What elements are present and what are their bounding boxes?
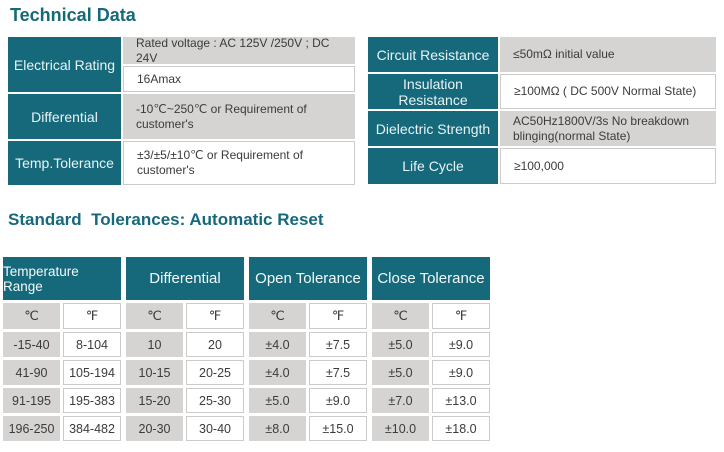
tolerance-cell: ±9.0 bbox=[432, 332, 490, 357]
tolerance-cell: 8-104 bbox=[63, 332, 121, 357]
differential-value: -10℃~250℃ or Requirement of customer's bbox=[123, 94, 355, 139]
tolerance-cell: 20-30 bbox=[126, 416, 183, 441]
tolerance-cell: ±10.0 bbox=[372, 416, 429, 441]
tolerance-cell: ±18.0 bbox=[432, 416, 490, 441]
celsius-unit-header: ℃ bbox=[3, 303, 60, 329]
tolerance-cell: 196-250 bbox=[3, 416, 60, 441]
fahrenheit-unit-header: ℉ bbox=[432, 303, 490, 329]
tolerance-cell: ±13.0 bbox=[432, 388, 490, 413]
tolerance-cell: ±5.0 bbox=[249, 388, 306, 413]
differential-group: Differential ℃ ℉ 10 20 10-15 20-25 15-20… bbox=[126, 257, 244, 441]
tolerance-cell: 10 bbox=[126, 332, 183, 357]
technical-data-heading: Technical Data bbox=[0, 0, 724, 26]
tolerance-cell: ±8.0 bbox=[249, 416, 306, 441]
resistance-spec-table: Circuit Resistance ≤50mΩ initial value I… bbox=[368, 37, 716, 185]
temp-tolerance-label: Temp.Tolerance bbox=[8, 141, 121, 185]
life-cycle-label: Life Cycle bbox=[368, 148, 498, 184]
open-tolerance-group: Open Tolerance ℃ ℉ ±4.0 ±7.5 ±4.0 ±7.5 ±… bbox=[249, 257, 367, 441]
tolerance-cell: ±5.0 bbox=[372, 360, 429, 385]
temp-tolerance-value: ±3/±5/±10℃ or Requirement of customer's bbox=[123, 141, 355, 185]
dielectric-strength-value: AC50Hz1800V/3s No breakdown blinging(nor… bbox=[500, 111, 716, 146]
tolerance-cell: ±5.0 bbox=[372, 332, 429, 357]
celsius-unit-header: ℃ bbox=[372, 303, 429, 329]
tolerance-cell: ±4.0 bbox=[249, 360, 306, 385]
tolerance-cell: -15-40 bbox=[3, 332, 60, 357]
temperature-range-header: Temperature Range bbox=[3, 257, 121, 300]
insulation-resistance-value: ≥100MΩ ( DC 500V Normal State) bbox=[500, 74, 716, 109]
fahrenheit-unit-header: ℉ bbox=[309, 303, 367, 329]
life-cycle-value: ≥100,000 bbox=[500, 148, 716, 184]
fahrenheit-unit-header: ℉ bbox=[63, 303, 121, 329]
dielectric-strength-label: Dielectric Strength bbox=[368, 111, 498, 146]
tolerance-cell: 25-30 bbox=[186, 388, 244, 413]
tolerance-cell: ±4.0 bbox=[249, 332, 306, 357]
close-tolerance-group: Close Tolerance ℃ ℉ ±5.0 ±9.0 ±5.0 ±9.0 … bbox=[372, 257, 490, 441]
tolerance-cell: 195-383 bbox=[63, 388, 121, 413]
technical-data-tables: Electrical Rating Rated voltage : AC 125… bbox=[8, 37, 724, 185]
tolerance-cell: ±7.5 bbox=[309, 332, 367, 357]
open-tolerance-header: Open Tolerance bbox=[249, 257, 367, 300]
tolerance-cell: 30-40 bbox=[186, 416, 244, 441]
tolerance-cell: ±7.5 bbox=[309, 360, 367, 385]
standard-tolerances-heading: Standard Tolerances: Automatic Reset bbox=[0, 185, 724, 230]
tolerance-cell: 15-20 bbox=[126, 388, 183, 413]
tolerance-cell: 91-195 bbox=[3, 388, 60, 413]
electrical-spec-table: Electrical Rating Rated voltage : AC 125… bbox=[8, 37, 355, 185]
tolerance-cell: ±9.0 bbox=[309, 388, 367, 413]
tolerance-cell: 20-25 bbox=[186, 360, 244, 385]
tolerance-table: Temperature Range ℃ ℉ -15-40 8-104 41-90… bbox=[3, 257, 724, 441]
circuit-resistance-value: ≤50mΩ initial value bbox=[500, 37, 716, 72]
differential-header: Differential bbox=[126, 257, 244, 300]
tolerance-cell: 41-90 bbox=[3, 360, 60, 385]
tolerance-cell: 10-15 bbox=[126, 360, 183, 385]
fahrenheit-unit-header: ℉ bbox=[186, 303, 244, 329]
celsius-unit-header: ℃ bbox=[126, 303, 183, 329]
celsius-unit-header: ℃ bbox=[249, 303, 306, 329]
max-current-value: 16Amax bbox=[123, 66, 355, 92]
temperature-range-group: Temperature Range ℃ ℉ -15-40 8-104 41-90… bbox=[3, 257, 121, 441]
tolerance-cell: ±7.0 bbox=[372, 388, 429, 413]
close-tolerance-header: Close Tolerance bbox=[372, 257, 490, 300]
circuit-resistance-label: Circuit Resistance bbox=[368, 37, 498, 72]
electrical-rating-label: Electrical Rating bbox=[8, 37, 121, 92]
tolerance-cell: ±15.0 bbox=[309, 416, 367, 441]
tolerance-cell: 20 bbox=[186, 332, 244, 357]
insulation-resistance-label: Insulation Resistance bbox=[368, 74, 498, 109]
rated-voltage-value: Rated voltage : AC 125V /250V ; DC 24V bbox=[123, 37, 355, 64]
tolerance-cell: ±9.0 bbox=[432, 360, 490, 385]
tolerance-cell: 384-482 bbox=[63, 416, 121, 441]
differential-label: Differential bbox=[8, 94, 121, 139]
tolerance-cell: 105-194 bbox=[63, 360, 121, 385]
